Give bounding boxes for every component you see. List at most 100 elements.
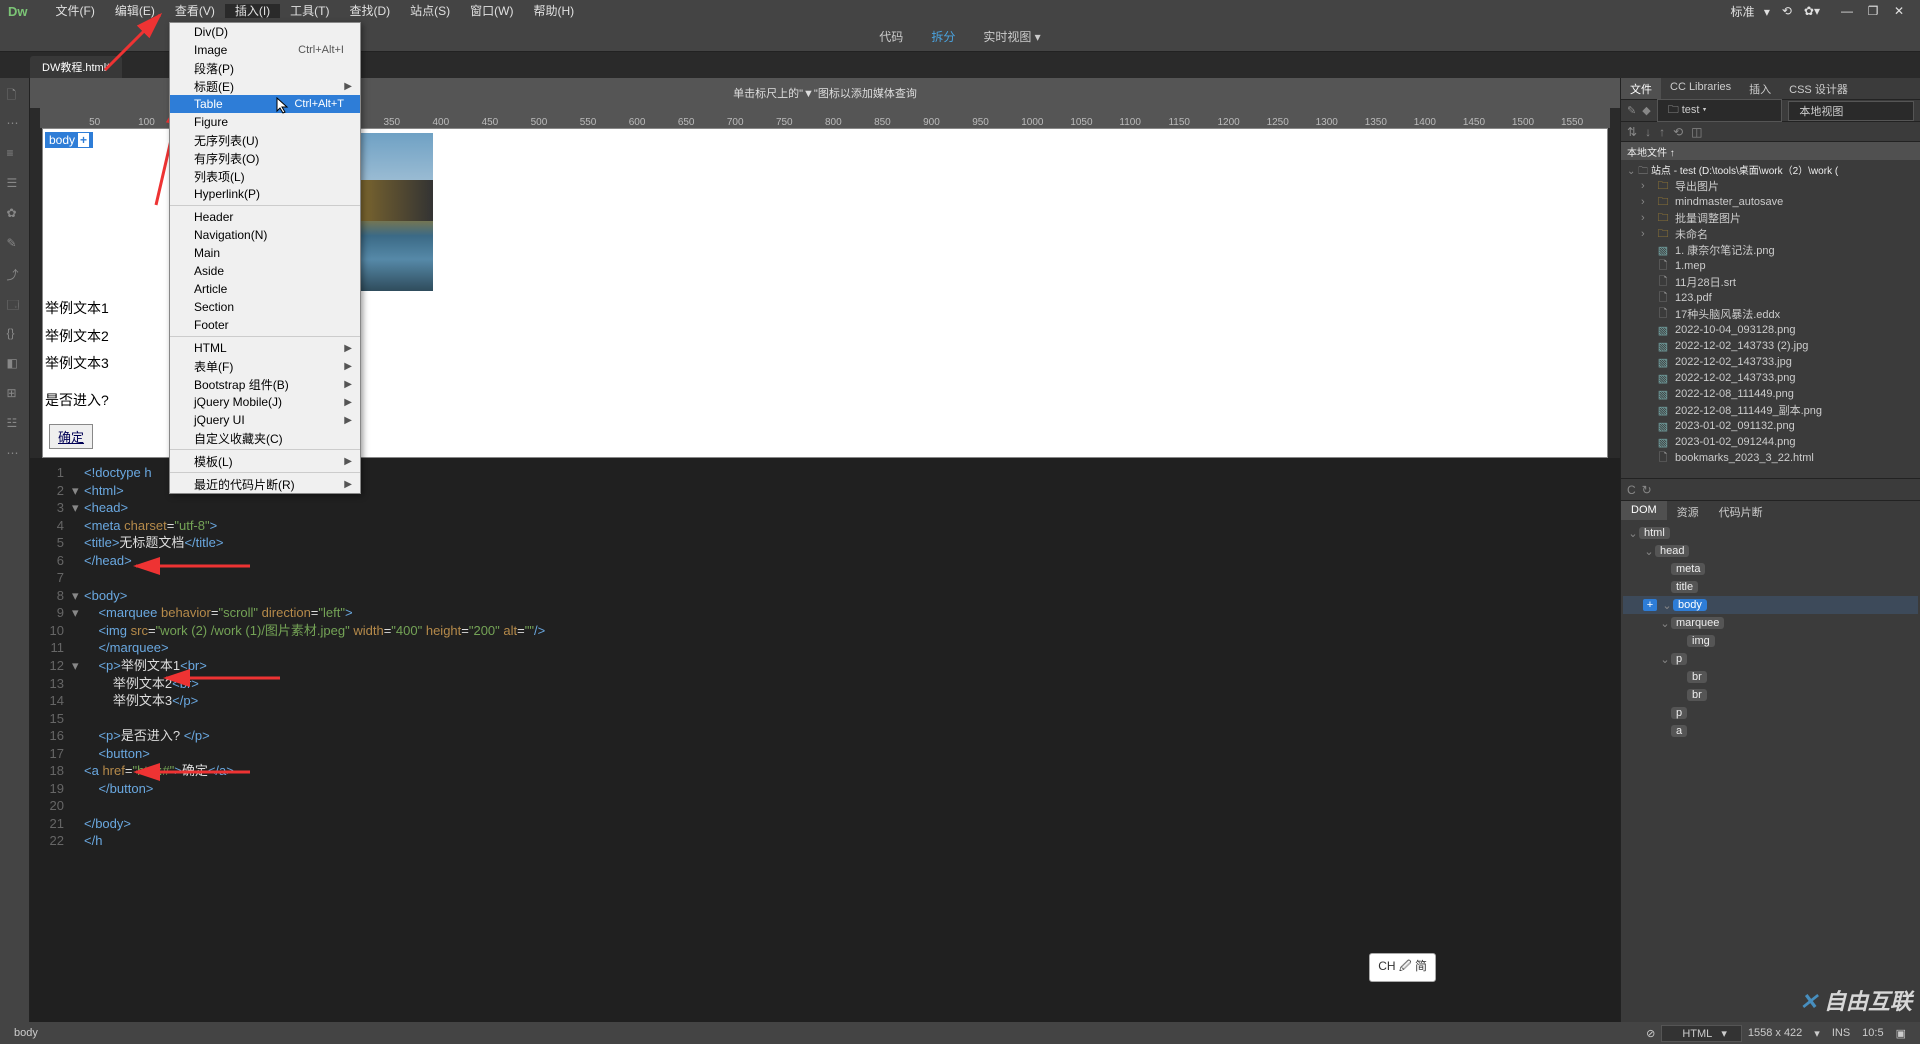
code-line[interactable]: 4<meta charset="utf-8"> — [34, 517, 1616, 535]
insert-menu-popup[interactable]: Div(D)ImageCtrl+Alt+I段落(P)标题(E)▶TableCtr… — [169, 22, 361, 494]
menu-文件(F)[interactable]: 文件(F) — [46, 4, 105, 18]
menu-查看(V)[interactable]: 查看(V) — [165, 4, 225, 18]
menu-item-Table[interactable]: TableCtrl+Alt+T — [170, 95, 360, 113]
code-line[interactable]: 13 举例文本2<br> — [34, 675, 1616, 693]
code-line[interactable]: 10 <img src="work (2) /work (1)/图片素材.jpe… — [34, 622, 1616, 640]
dom-node-head[interactable]: ⌄head — [1623, 542, 1918, 560]
body-tag-badge[interactable]: body+ — [45, 132, 93, 148]
file-tree-item[interactable]: 🗋17种头脑风暴法.eddx — [1621, 306, 1920, 322]
settings-icon[interactable]: ✿▾ — [1798, 4, 1826, 18]
globe-icon[interactable]: ◆ — [1642, 104, 1650, 117]
file-tree-item[interactable]: ▧2023-01-02_091132.png — [1621, 418, 1920, 434]
sync-icon[interactable]: ⟲ — [1776, 4, 1798, 18]
code-line[interactable]: 17 <button> — [34, 745, 1616, 763]
close-button[interactable]: ✕ — [1886, 4, 1912, 18]
code-line[interactable]: 8▾<body> — [34, 587, 1616, 605]
code-line[interactable]: 3▾<head> — [34, 499, 1616, 517]
tool-icon-1[interactable]: 🗋 — [7, 86, 23, 102]
menu-item-jQuery Mobile(J)[interactable]: jQuery Mobile(J)▶ — [170, 393, 360, 411]
menu-item-Section[interactable]: Section — [170, 298, 360, 316]
menu-item-jQuery UI[interactable]: jQuery UI▶ — [170, 411, 360, 429]
maximize-button[interactable]: ❐ — [1860, 4, 1886, 18]
code-view[interactable]: 1<!doctype h2▾<html>3▾<head>4<meta chars… — [30, 458, 1620, 1022]
file-tree-item[interactable]: ▧2022-12-02_143733 (2).jpg — [1621, 338, 1920, 354]
menu-item-Hyperlink(P)[interactable]: Hyperlink(P) — [170, 185, 360, 203]
ime-badge[interactable]: CH 🖉 简 — [1369, 953, 1436, 982]
refresh-icon[interactable]: C — [1627, 483, 1636, 497]
server-icon[interactable]: ✎ — [1627, 104, 1636, 117]
menu-item-最近的代码片断(R)[interactable]: 最近的代码片断(R)▶ — [170, 475, 360, 493]
tab-dom[interactable]: DOM — [1621, 501, 1667, 520]
code-line[interactable]: 15 — [34, 710, 1616, 728]
menu-item-无序列表(U)[interactable]: 无序列表(U) — [170, 131, 360, 149]
tab-assets[interactable]: 资源 — [1667, 501, 1709, 520]
expand-icon[interactable]: ◫ — [1691, 125, 1702, 139]
file-tree-item[interactable]: ▧2022-12-02_143733.png — [1621, 370, 1920, 386]
menu-插入(I)[interactable]: 插入(I) — [225, 4, 280, 18]
tool-icon-3[interactable]: ≡ — [7, 146, 23, 162]
menu-查找(D)[interactable]: 查找(D) — [339, 4, 400, 18]
tool-icon-more[interactable]: ⋯ — [7, 446, 23, 462]
tool-icon-9[interactable]: {} — [7, 326, 23, 342]
menu-item-Bootstrap 组件(B)[interactable]: Bootstrap 组件(B)▶ — [170, 375, 360, 393]
minimize-button[interactable]: — — [1834, 4, 1860, 18]
menu-item-表单(F)[interactable]: 表单(F)▶ — [170, 357, 360, 375]
view-dropdown[interactable]: 本地视图 — [1788, 101, 1914, 121]
dom-node-p[interactable]: p — [1623, 704, 1918, 722]
code-line[interactable]: 16 <p>是否进入? </p> — [34, 727, 1616, 745]
view-code[interactable]: 代码 — [879, 28, 903, 45]
menu-item-Article[interactable]: Article — [170, 280, 360, 298]
menu-站点(S)[interactable]: 站点(S) — [400, 4, 460, 18]
code-line[interactable]: 19 </button> — [34, 780, 1616, 798]
file-tree-item[interactable]: ▧2022-10-04_093128.png — [1621, 322, 1920, 338]
code-line[interactable]: 9▾ <marquee behavior="scroll" direction=… — [34, 604, 1616, 622]
menu-item-Figure[interactable]: Figure — [170, 113, 360, 131]
menu-工具(T)[interactable]: 工具(T) — [280, 4, 339, 18]
tool-icon-7[interactable]: ⤴ — [7, 266, 23, 282]
dom-node-br[interactable]: br — [1623, 668, 1918, 686]
dom-node-br[interactable]: br — [1623, 686, 1918, 704]
code-line[interactable]: 21</body> — [34, 815, 1616, 833]
menu-item-段落(P)[interactable]: 段落(P) — [170, 59, 360, 77]
dom-node-a[interactable]: a — [1623, 722, 1918, 740]
put-icon[interactable]: ↑ — [1659, 125, 1665, 139]
layout-dropdown[interactable]: 标准 ▾ — [1718, 3, 1775, 20]
document-tab[interactable]: DW教程.html* — [30, 56, 122, 78]
tool-icon-4[interactable]: ☰ — [7, 176, 23, 192]
menu-item-Image[interactable]: ImageCtrl+Alt+I — [170, 41, 360, 59]
code-line[interactable]: 11 </marquee> — [34, 639, 1616, 657]
code-line[interactable]: 20 — [34, 797, 1616, 815]
file-tree-item[interactable]: ▧2022-12-08_111449.png — [1621, 386, 1920, 402]
tab-css-designer[interactable]: CSS 设计器 — [1780, 78, 1857, 99]
file-tree-item[interactable]: ▧2022-12-08_111449_副本.png — [1621, 402, 1920, 418]
file-tree[interactable]: ›🗀导出图片›🗀mindmaster_autosave›🗀批量调整图片›🗀未命名… — [1621, 178, 1920, 478]
code-line[interactable]: 7 — [34, 569, 1616, 587]
tab-snippets[interactable]: 代码片断 — [1709, 501, 1773, 520]
status-lang[interactable]: HTML ▾ — [1661, 1025, 1742, 1042]
menu-帮助(H)[interactable]: 帮助(H) — [523, 4, 584, 18]
loop-icon[interactable]: ↻ — [1642, 483, 1652, 497]
menu-编辑(E)[interactable]: 编辑(E) — [105, 4, 165, 18]
menu-item-Footer[interactable]: Footer — [170, 316, 360, 334]
menu-item-列表项(L)[interactable]: 列表项(L) — [170, 167, 360, 185]
tool-icon-8[interactable]: 🗔 — [7, 296, 23, 312]
sync-icon[interactable]: ⟲ — [1673, 125, 1683, 139]
tab-cc-libraries[interactable]: CC Libraries — [1661, 78, 1740, 99]
tool-icon-10[interactable]: ◧ — [7, 356, 23, 372]
tab-insert[interactable]: 插入 — [1740, 78, 1780, 99]
code-line[interactable]: 14 举例文本3</p> — [34, 692, 1616, 710]
menu-item-HTML[interactable]: HTML▶ — [170, 339, 360, 357]
dom-tree[interactable]: ⌄html⌄headmetatitle+⌄body⌄marqueeimg⌄pbr… — [1621, 520, 1920, 1022]
menu-窗口(W)[interactable]: 窗口(W) — [460, 4, 523, 18]
code-line[interactable]: 6</head> — [34, 552, 1616, 570]
tool-icon-12[interactable]: ☳ — [7, 416, 23, 432]
menu-item-有序列表(O)[interactable]: 有序列表(O) — [170, 149, 360, 167]
view-live[interactable]: 实时视图 ▾ — [983, 28, 1040, 45]
dom-node-img[interactable]: img — [1623, 632, 1918, 650]
code-line[interactable]: 18<a href="http:#">确定</a> — [34, 762, 1616, 780]
menu-item-Aside[interactable]: Aside — [170, 262, 360, 280]
menu-item-Main[interactable]: Main — [170, 244, 360, 262]
get-icon[interactable]: ↓ — [1645, 125, 1651, 139]
menu-item-Navigation(N)[interactable]: Navigation(N) — [170, 226, 360, 244]
dom-node-title[interactable]: title — [1623, 578, 1918, 596]
